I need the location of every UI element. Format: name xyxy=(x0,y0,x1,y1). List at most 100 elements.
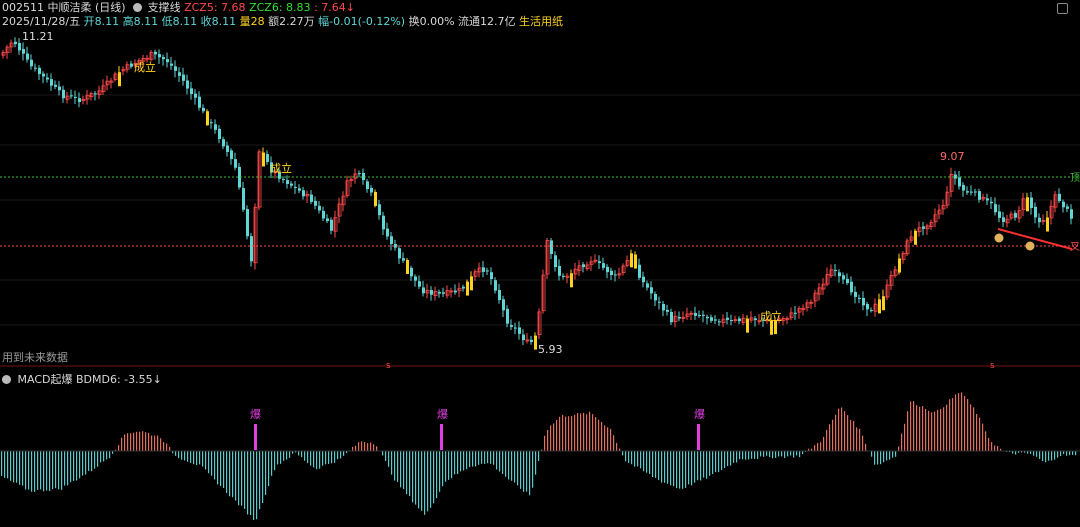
macd-bar xyxy=(196,451,198,466)
peak-price-label: 9.07 xyxy=(940,150,965,163)
macd-bar xyxy=(919,406,921,451)
candle-body xyxy=(358,173,361,175)
candle-body xyxy=(58,86,61,91)
candle-body xyxy=(554,255,557,268)
macd-bar xyxy=(688,451,690,485)
burst-label-1: 爆 xyxy=(250,407,261,421)
macd-bar xyxy=(154,435,156,451)
macd-bar xyxy=(43,451,45,492)
macd-bar xyxy=(883,451,885,463)
candle-body xyxy=(22,49,25,54)
macd-bar xyxy=(484,451,486,464)
candle-body xyxy=(1030,197,1033,208)
macd-bar xyxy=(967,398,969,451)
macd-bar xyxy=(958,393,960,451)
candle-body xyxy=(522,334,525,341)
burst-label-2: 爆 xyxy=(437,407,448,421)
macd-bar xyxy=(265,451,267,495)
macd-bar xyxy=(646,451,648,473)
macd-bar xyxy=(127,433,129,451)
macd-bar xyxy=(637,451,639,467)
macd-bar xyxy=(391,451,393,475)
candle-body xyxy=(162,57,165,60)
macd-bar xyxy=(772,451,774,459)
candle-body-highlight xyxy=(118,72,121,87)
candle-body xyxy=(1014,213,1017,218)
kline-chart[interactable]: 11.21 5.93 9.07 成立 成立 成立 顶 叉 s s 爆 爆 爆 xyxy=(0,0,1080,527)
macd-bar xyxy=(388,451,390,467)
macd-bar xyxy=(286,451,288,460)
macd-bar xyxy=(67,451,69,486)
macd-bar xyxy=(1051,451,1053,461)
candle-body xyxy=(678,316,681,319)
candle-body xyxy=(386,228,389,237)
macd-bar xyxy=(592,414,594,451)
macd-bar xyxy=(130,433,132,451)
candle-body xyxy=(454,290,457,293)
macd-bar xyxy=(223,451,225,489)
macd-bar xyxy=(268,451,270,487)
macd-bar xyxy=(1054,451,1056,460)
macd-bar xyxy=(409,451,411,497)
low-price-label: 5.93 xyxy=(538,343,563,356)
macd-bar xyxy=(376,446,378,451)
candle-body xyxy=(486,270,489,272)
future-data-note: 用到未来数据 xyxy=(2,351,68,364)
macd-bar xyxy=(1048,451,1050,461)
candle-body xyxy=(726,317,729,320)
macd-bar xyxy=(214,451,216,480)
resistance-tag: 顶 xyxy=(1070,172,1080,184)
candle-body xyxy=(318,205,321,211)
candle-body xyxy=(178,72,181,76)
candle-body-highlight xyxy=(570,273,573,288)
macd-bar xyxy=(520,451,522,489)
macd-bar xyxy=(889,451,891,460)
candle-body-highlight xyxy=(746,318,749,333)
macd-bar xyxy=(604,425,606,451)
macd-bar xyxy=(871,451,873,457)
macd-bar xyxy=(877,451,879,465)
candle-body xyxy=(290,183,293,186)
macd-bar xyxy=(490,451,492,464)
macd-bar xyxy=(34,451,36,492)
candle-body xyxy=(54,84,57,87)
macd-bar xyxy=(262,451,264,504)
macd-bar xyxy=(640,451,642,469)
macd-bar xyxy=(355,445,357,451)
candle-body xyxy=(994,204,997,213)
candle-body xyxy=(794,312,797,314)
macd-bar xyxy=(352,446,354,451)
macd-bar xyxy=(748,451,750,460)
candle-body xyxy=(418,281,421,287)
candle-body xyxy=(198,96,201,108)
candle-body xyxy=(706,316,709,319)
macd-bar xyxy=(277,451,279,465)
macd-bar xyxy=(496,451,498,470)
candle-body-highlight xyxy=(374,191,377,206)
candle-body xyxy=(990,201,993,204)
candle-body xyxy=(34,67,37,69)
macd-bar xyxy=(706,451,708,479)
macd-bar xyxy=(829,424,831,451)
macd-bar xyxy=(322,451,324,466)
macd-bar xyxy=(205,451,207,470)
macd-bar xyxy=(1075,451,1077,456)
macd-bar xyxy=(961,392,963,451)
macd-bar xyxy=(25,451,27,490)
candle-body xyxy=(986,198,989,201)
macd-bar xyxy=(730,451,732,466)
macd-bar xyxy=(583,412,585,451)
indicator-settings-icon[interactable] xyxy=(2,375,11,384)
candlesticks xyxy=(1,37,1073,350)
macd-bar xyxy=(88,451,90,471)
macd-bar xyxy=(166,443,168,451)
macd-bar xyxy=(1042,451,1044,462)
macd-bar xyxy=(1060,451,1062,456)
macd-header: MACD起爆 BDMD6: -3.55↓ xyxy=(0,371,162,387)
macd-bar xyxy=(298,451,300,456)
candle-body xyxy=(642,276,645,283)
macd-bar xyxy=(358,442,360,451)
macd-bar xyxy=(133,432,135,451)
macd-bar xyxy=(508,451,510,480)
macd-title[interactable]: MACD起爆 xyxy=(18,373,73,386)
